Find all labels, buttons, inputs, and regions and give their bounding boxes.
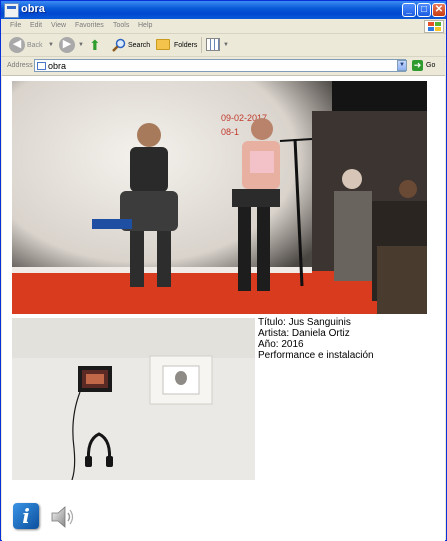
- artwork-year: Año: 2016: [258, 339, 304, 350]
- address-bar: Address obra: [1, 57, 446, 74]
- wall-date-2: 08-1: [221, 127, 239, 137]
- back-arrow-icon[interactable]: ◀: [9, 37, 25, 53]
- performance-photo: 09-02-2017 08-1: [12, 81, 427, 314]
- window-icon: [4, 3, 19, 18]
- installation-photo: [12, 318, 255, 480]
- go-button[interactable]: Go: [426, 62, 435, 69]
- search-icon[interactable]: [112, 38, 126, 52]
- search-button[interactable]: Search: [128, 42, 150, 49]
- minimize-button[interactable]: _: [402, 3, 416, 17]
- back-dropdown-icon[interactable]: ▼: [48, 42, 54, 48]
- artwork-info: Título: Jus Sanguinis Artista: Daniela O…: [258, 317, 374, 361]
- folders-button[interactable]: Folders: [174, 42, 197, 49]
- forward-dropdown-icon[interactable]: ▼: [78, 42, 84, 48]
- go-arrow-icon[interactable]: ➜: [412, 60, 423, 71]
- address-dropdown-icon[interactable]: ▼: [397, 60, 407, 71]
- back-button-label[interactable]: Back: [27, 42, 43, 49]
- speaker-icon[interactable]: [49, 504, 75, 530]
- close-button[interactable]: ✕: [432, 3, 446, 17]
- artwork-artist: Artista: Daniela Ortiz: [258, 328, 350, 339]
- title-bar[interactable]: obra _ □ ✕: [1, 1, 446, 19]
- address-value: obra: [48, 61, 67, 71]
- forward-arrow-icon[interactable]: ▶: [59, 37, 75, 53]
- artwork-medium: Performance e instalación: [258, 350, 374, 361]
- menu-file[interactable]: File: [10, 22, 21, 29]
- toolbar-separator: [201, 37, 202, 53]
- info-icon[interactable]: i: [13, 503, 39, 529]
- menu-help[interactable]: Help: [138, 22, 152, 29]
- menu-view[interactable]: View: [51, 22, 66, 29]
- maximize-button[interactable]: □: [417, 3, 431, 17]
- menu-tools[interactable]: Tools: [113, 22, 129, 29]
- folder-up-icon[interactable]: ⬆: [89, 37, 103, 53]
- menu-edit[interactable]: Edit: [30, 22, 42, 29]
- menu-bar: File Edit View Favorites Tools Help: [1, 19, 446, 34]
- menu-favorites[interactable]: Favorites: [75, 22, 104, 29]
- views-icon[interactable]: [206, 38, 220, 51]
- info-glyph: i: [22, 504, 30, 528]
- windows-logo-icon: [424, 20, 444, 33]
- address-input[interactable]: obra: [34, 59, 406, 72]
- artwork-title: Título: Jus Sanguinis: [258, 317, 351, 328]
- toolbar: ◀ Back ▼ ▶ ▼ ⬆ Search Folders ▼: [1, 34, 446, 57]
- folders-icon[interactable]: [156, 39, 170, 50]
- page-icon: [37, 62, 46, 70]
- window-title: obra: [21, 3, 45, 15]
- address-label: Address: [7, 62, 33, 69]
- views-dropdown-icon[interactable]: ▼: [223, 42, 229, 48]
